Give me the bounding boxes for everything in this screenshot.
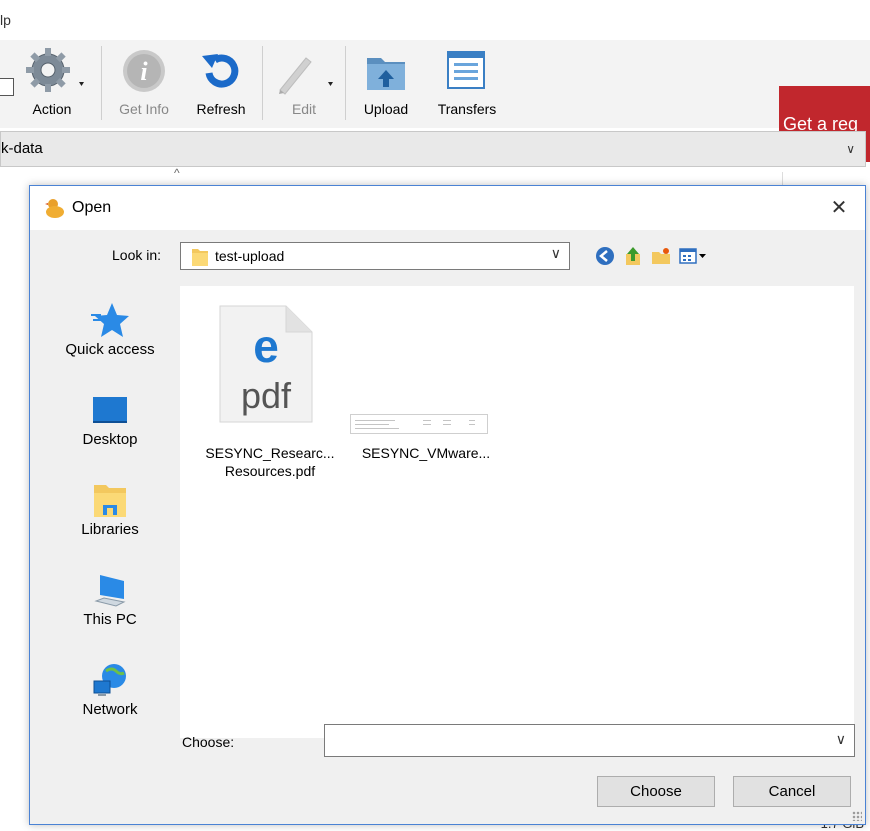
star-icon	[91, 303, 129, 337]
file-name: SESYNC_VMware...	[361, 445, 491, 461]
folder-icon	[192, 249, 208, 266]
chevron-down-icon: ∨	[550, 245, 561, 261]
dialog-titlebar[interactable]: Open ✕	[30, 186, 865, 230]
get-info-button[interactable]: i Get Info	[112, 46, 176, 117]
file-list: e pdf SESYNC_Researc... Resources.pdf SE…	[180, 286, 854, 738]
place-this-pc[interactable]: This PC	[42, 571, 178, 628]
place-label: Desktop	[82, 431, 138, 448]
svg-text:e: e	[253, 320, 279, 372]
edit-button[interactable]: Edit	[272, 46, 336, 117]
refresh-button[interactable]: Refresh	[188, 46, 254, 117]
close-button[interactable]: ✕	[825, 194, 853, 222]
resize-grip[interactable]	[852, 811, 862, 821]
upload-label: Upload	[363, 101, 409, 117]
open-dialog: Open ✕ Look in: test-upload ∨ Quick acce…	[29, 185, 866, 825]
transfers-label: Transfers	[437, 101, 497, 117]
info-icon: i	[123, 50, 165, 92]
choose-button[interactable]: Choose	[597, 776, 715, 807]
edit-label: Edit	[291, 101, 317, 117]
toolbar-separator	[262, 46, 263, 120]
upload-button[interactable]: Upload	[355, 46, 417, 117]
network-icon	[93, 664, 126, 696]
pencil-icon	[279, 57, 333, 95]
refresh-label: Refresh	[196, 101, 246, 117]
back-icon[interactable]	[595, 246, 615, 266]
toolbar-separator	[345, 46, 346, 120]
transfers-button[interactable]: Transfers	[430, 46, 504, 117]
action-label: Action	[32, 101, 72, 117]
chevron-down-icon: ∨	[846, 142, 855, 156]
look-in-label: Look in:	[112, 247, 162, 263]
file-name: SESYNC_Researc... Resources.pdf	[205, 445, 335, 479]
look-in-combo[interactable]: test-upload ∨	[180, 242, 570, 270]
duck-app-icon	[45, 199, 64, 218]
place-label: Network	[82, 701, 138, 718]
places-bar: Quick access Desktop Libraries This PC N…	[42, 285, 178, 718]
view-menu-icon[interactable]	[679, 246, 707, 266]
spreadsheet-thumbnail	[350, 414, 488, 434]
action-button[interactable]: Action	[24, 46, 84, 117]
menu-bar-fragment[interactable]: lp	[0, 12, 11, 28]
path-selector[interactable]: k-data ∨	[0, 131, 866, 167]
toolbar-checkbox[interactable]	[0, 78, 14, 96]
get-info-label: Get Info	[119, 101, 169, 117]
toolbar-separator	[101, 46, 102, 120]
place-desktop[interactable]: Desktop	[42, 391, 178, 448]
libraries-icon	[94, 485, 126, 517]
new-folder-icon[interactable]	[651, 246, 671, 266]
up-folder-icon[interactable]	[623, 246, 643, 266]
refresh-icon	[202, 54, 239, 88]
file-name-combo[interactable]: ∨	[324, 724, 855, 757]
computer-icon	[94, 575, 126, 607]
sort-caret-icon[interactable]: ^	[174, 166, 180, 180]
cancel-button[interactable]: Cancel	[733, 776, 851, 807]
gear-icon	[26, 48, 84, 92]
choose-label: Choose:	[182, 734, 235, 750]
desktop-icon	[93, 397, 127, 423]
place-network[interactable]: Network	[42, 661, 178, 718]
chevron-down-icon: ∨	[835, 731, 846, 747]
pdf-file-icon: e pdf	[219, 305, 313, 423]
path-text: k-data	[1, 140, 43, 157]
pdf-icon-text: pdf	[241, 375, 292, 416]
main-toolbar: Action i Get Info Refresh Edit Upload Tr…	[0, 40, 870, 162]
place-libraries[interactable]: Libraries	[42, 481, 178, 538]
place-label: Libraries	[81, 521, 139, 538]
place-label: This PC	[83, 611, 137, 628]
place-quick-access[interactable]: Quick access	[42, 301, 178, 358]
look-in-value: test-upload	[215, 248, 285, 264]
upload-folder-icon	[367, 58, 405, 90]
svg-text:i: i	[140, 57, 148, 86]
dialog-title: Open	[72, 199, 112, 216]
transfers-window-icon	[447, 51, 485, 89]
close-icon: ✕	[830, 197, 848, 219]
place-label: Quick access	[65, 341, 155, 358]
